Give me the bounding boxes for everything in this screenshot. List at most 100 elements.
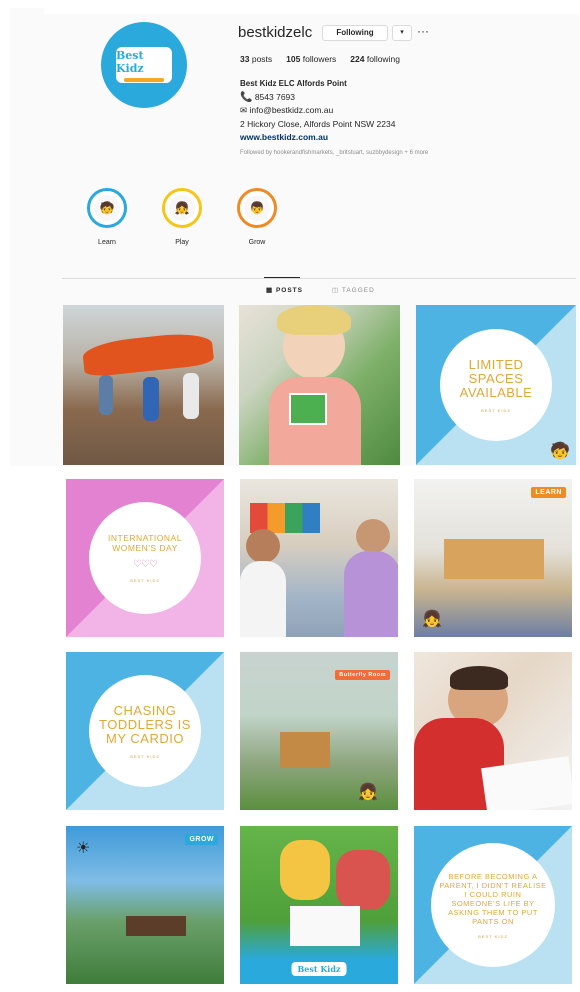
post-tile[interactable]: GROW ☀: [66, 826, 224, 984]
child-shape: [183, 373, 199, 419]
bio-phone-line: 📞 8543 7693: [240, 91, 540, 105]
child-shape: [99, 375, 113, 415]
child-shape: [240, 561, 286, 637]
photo-toddler-smiling: [239, 305, 400, 465]
bio-phone: 8543 7693: [254, 91, 296, 102]
tab-tagged[interactable]: ◫ TAGGED: [332, 286, 375, 294]
quote-text: BEFORE BECOMING A PARENT, I DIDN'T REALI…: [439, 871, 547, 926]
quote-signature: BEST KIDZ: [481, 407, 511, 413]
post-tile[interactable]: BEFORE BECOMING A PARENT, I DIDN'T REALI…: [414, 826, 572, 984]
photo-playground-grow: GROW ☀: [66, 826, 224, 984]
more-options-icon[interactable]: ···: [417, 24, 429, 38]
photo-girls-playing: [240, 479, 398, 637]
quote-circle: INTERNATIONAL WOMEN'S DAY ♡♡♡ BEST KIDZ: [89, 502, 201, 614]
tab-posts[interactable]: ▦ POSTS: [266, 286, 303, 294]
post-tile[interactable]: [239, 305, 400, 465]
bio-website-link[interactable]: www.bestkidz.com.au: [240, 131, 540, 145]
highlight-play[interactable]: 👧 Play: [161, 188, 203, 246]
avatar-logo: Best Kidz: [116, 47, 172, 83]
profile-username: bestkidzelc: [238, 24, 313, 41]
bio-email: info@bestkidz.com.au: [249, 105, 334, 115]
photo-kids-parachute: [63, 305, 224, 465]
highlight-ring: 🧒: [87, 188, 127, 228]
best-kidz-logo: Best Kidz: [291, 962, 347, 976]
quote-circle: LIMITED SPACES AVAILABLE BEST KIDZ: [440, 329, 552, 441]
bio-email-line: ✉ info@bestkidz.com.au: [240, 104, 540, 118]
child-shape: [280, 840, 330, 900]
hair-shape: [450, 666, 508, 690]
table-shape: [280, 732, 330, 768]
highlight-label: Play: [175, 239, 189, 246]
tab-active-indicator: [264, 277, 300, 278]
child-shape: [336, 850, 390, 910]
tabs-divider: [62, 278, 576, 279]
child-icon: 🧒: [94, 195, 120, 221]
cartoon-kid-icon: 👧: [422, 611, 442, 628]
post-tile[interactable]: LIMITED SPACES AVAILABLE BEST KIDZ 🧒: [416, 305, 576, 465]
highlight-learn[interactable]: 🧒 Learn: [86, 188, 128, 246]
photo-classroom-learn: LEARN 👧: [414, 479, 572, 637]
parachute-shape: [81, 330, 215, 378]
post-tile[interactable]: LEARN 👧: [414, 479, 572, 637]
avatar-logo-bar: [124, 77, 164, 82]
quote-tile-limited-spaces: LIMITED SPACES AVAILABLE BEST KIDZ 🧒: [416, 305, 576, 465]
post-tile[interactable]: [240, 479, 398, 637]
butterfly-room-badge: Butterfly Room: [335, 670, 390, 680]
following-button[interactable]: Following: [322, 25, 388, 41]
highlight-ring: 👦: [237, 188, 277, 228]
suggested-dropdown-button[interactable]: ▾: [392, 25, 412, 41]
highlight-label: Grow: [248, 239, 266, 246]
quote-text: CHASING TODDLERS IS MY CARDIO: [99, 702, 191, 746]
profile-stats: 33 posts 105 followers 224 following: [240, 54, 400, 64]
hair-shape: [277, 305, 351, 335]
child-head-shape: [356, 519, 390, 553]
photo-kids-drawing: Best Kidz: [240, 826, 398, 984]
stat-posts: 33 posts: [240, 54, 273, 64]
post-tile[interactable]: Butterfly Room 👧: [240, 652, 398, 810]
child-dress-shape: [344, 551, 398, 637]
mail-icon: ✉: [240, 105, 248, 115]
quote-tile-womens-day: INTERNATIONAL WOMEN'S DAY ♡♡♡ BEST KIDZ: [66, 479, 224, 637]
hearts-icon: ♡♡♡: [133, 559, 158, 570]
quote-signature: BEST KIDZ: [478, 933, 508, 939]
cartoon-kid-icon: 👧: [358, 784, 378, 801]
avatar-logo-word: Best Kidz: [116, 48, 144, 75]
furniture-shape: [444, 539, 544, 579]
story-highlights: 🧒 Learn 👧 Play 👦 Grow: [86, 188, 278, 246]
quote-tile-parent: BEFORE BECOMING A PARENT, I DIDN'T REALI…: [414, 826, 572, 984]
sun-icon: ☀: [76, 840, 91, 857]
post-tile[interactable]: [414, 652, 572, 810]
photo-boy-writing: [414, 652, 572, 810]
quote-circle: CHASING TODDLERS IS MY CARDIO BEST KIDZ: [89, 675, 201, 787]
paper-shape: [290, 906, 360, 946]
stat-followers[interactable]: 105 followers: [286, 54, 336, 64]
profile-bio: Best Kidz ELC Alfords Point 📞 8543 7693 …: [240, 77, 540, 145]
photo-butterfly-room: Butterfly Room 👧: [240, 652, 398, 810]
post-tile[interactable]: [63, 305, 224, 465]
quote-signature: BEST KIDZ: [130, 753, 160, 759]
post-tile[interactable]: INTERNATIONAL WOMEN'S DAY ♡♡♡ BEST KIDZ: [66, 479, 224, 637]
post-tile[interactable]: CHASING TODDLERS IS MY CARDIO BEST KIDZ: [66, 652, 224, 810]
highlight-label: Learn: [98, 239, 116, 246]
learn-badge: LEARN: [531, 487, 566, 498]
top-strip: [44, 0, 580, 14]
child-shape: [143, 377, 159, 421]
quote-text: INTERNATIONAL WOMEN'S DAY: [108, 533, 182, 553]
phone-icon: 📞: [240, 91, 253, 103]
picnic-table-shape: [126, 916, 186, 936]
highlight-ring: 👧: [162, 188, 202, 228]
stat-following[interactable]: 224 following: [350, 54, 400, 64]
child-icon: 👧: [169, 195, 195, 221]
cartoon-kid-icon: 🧒: [550, 443, 570, 460]
highlight-grow[interactable]: 👦 Grow: [236, 188, 278, 246]
bio-name: Best Kidz ELC Alfords Point: [240, 79, 347, 88]
bio-address: 2 Hickory Close, Alfords Point NSW 2234: [240, 118, 396, 129]
quote-signature: BEST KIDZ: [130, 578, 160, 583]
child-icon: 👦: [244, 195, 270, 221]
profile-avatar[interactable]: Best Kidz: [101, 22, 187, 108]
post-tile[interactable]: Best Kidz: [240, 826, 398, 984]
quote-circle: BEFORE BECOMING A PARENT, I DIDN'T REALI…: [431, 843, 555, 967]
card-shape: [289, 393, 327, 425]
grow-badge: GROW: [185, 834, 218, 845]
followed-by-text[interactable]: Followed by hookerandfishmarkets, _brits…: [240, 150, 428, 156]
